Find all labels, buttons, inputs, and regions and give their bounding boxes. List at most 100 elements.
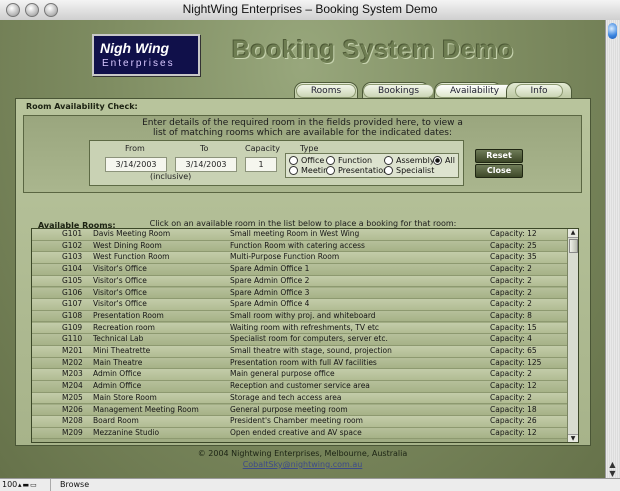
table-row[interactable]: M209 Mezzanine Studio Open ended creative … — [32, 427, 568, 440]
table-row[interactable]: G104 Visitor's Office Spare Admin Office 1… — [32, 264, 568, 276]
room-description: Spare Admin Office 1 — [230, 264, 310, 274]
table-row[interactable]: M205 Main Store Room Storage and tech acce… — [32, 392, 568, 405]
room-capacity: Capacity: 15 — [490, 322, 537, 332]
table-row[interactable]: M206 Management Meeting Room General purpo… — [32, 404, 568, 416]
room-description: Multi-Purpose Function Room — [230, 252, 340, 262]
close-button[interactable]: Close — [475, 164, 523, 178]
table-row[interactable]: M204 Admin Office Reception and customer s… — [32, 381, 568, 393]
table-row[interactable]: G101 Davis Meeting Room Small meeting Room… — [32, 229, 568, 241]
title-bar: NightWing Enterprises – Booking System D… — [0, 0, 620, 21]
table-row[interactable]: M202 Main Theatre Presentation room with f… — [32, 357, 568, 370]
window-scroll-up-icon[interactable]: ▲ — [608, 460, 617, 469]
room-name: Main Theatre — [93, 357, 143, 367]
capacity-input[interactable]: 1 — [245, 157, 277, 172]
tab-rooms[interactable]: Rooms — [294, 82, 358, 99]
zoom-controls-icon[interactable]: ▴▬▭ — [18, 481, 38, 489]
type-radio-function[interactable]: Function — [326, 156, 372, 165]
room-id: G109 — [62, 322, 83, 332]
room-id: G105 — [62, 275, 83, 285]
room-description: Spare Admin Office 4 — [230, 299, 310, 309]
to-date-input[interactable]: 3/14/2003 — [175, 157, 237, 172]
inclusive-note: (inclusive) — [150, 172, 192, 181]
capacity-label: Capacity — [245, 144, 280, 153]
zoom-level[interactable]: 100 — [2, 480, 17, 489]
radio-specialist-dot[interactable] — [384, 166, 393, 175]
room-capacity: Capacity: 8 — [490, 310, 532, 320]
table-row[interactable]: G107 Visitor's Office Spare Admin Office 4… — [32, 299, 568, 311]
room-capacity: Capacity: 18 — [490, 404, 537, 414]
room-description: Small meeting Room in West Wing — [230, 229, 360, 238]
window-scroll-down-icon[interactable]: ▼ — [608, 469, 617, 478]
room-description: Reception and customer service area — [230, 381, 370, 391]
radio-assembly-dot[interactable] — [384, 156, 393, 165]
scroll-up-arrow-icon[interactable]: ▲ — [568, 229, 578, 238]
room-name: West Dining Room — [93, 240, 162, 250]
table-row[interactable]: G105 Visitor's Office Spare Admin Office 2… — [32, 275, 568, 288]
mode-indicator[interactable]: Browse — [60, 480, 89, 489]
list-scrollbar[interactable]: ▲ ▼ — [567, 229, 578, 442]
to-label: To — [200, 144, 209, 153]
room-description: Open ended creative and AV space — [230, 427, 362, 437]
type-radio-specialist[interactable]: Specialist — [384, 166, 434, 175]
room-capacity: Capacity: 26 — [490, 416, 537, 426]
footer-email-link[interactable]: CobaltSky@nightwing.com.au — [243, 460, 363, 469]
type-radio-all[interactable]: All — [433, 156, 455, 165]
logo-subtext: Enterprises — [102, 58, 175, 69]
type-radio-presentation[interactable]: Presentation — [326, 166, 388, 175]
tab-bookings[interactable]: Bookings — [362, 82, 435, 99]
room-description: Main general purpose office — [230, 369, 335, 379]
room-id: G103 — [62, 252, 83, 262]
room-id: M208 — [62, 416, 83, 426]
room-description: Waiting room with refreshments, TV etc — [230, 322, 380, 332]
reset-button[interactable]: Reset — [475, 149, 523, 163]
room-name: Visitor's Office — [93, 275, 147, 285]
radio-office-dot[interactable] — [289, 156, 298, 165]
room-id: G110 — [62, 334, 83, 344]
from-date-input[interactable]: 3/14/2003 — [105, 157, 167, 172]
table-row[interactable]: G108 Presentation Room Small room withy pr… — [32, 310, 568, 323]
room-name: Mini Theatrette — [93, 346, 151, 355]
radio-meeting-dot[interactable] — [289, 166, 298, 175]
room-name: Admin Office — [93, 381, 142, 391]
window-scrollbar[interactable]: ▲ ▼ — [605, 20, 620, 478]
room-id: G106 — [62, 287, 83, 297]
table-row[interactable]: M201 Mini Theatrette Small theatre with st… — [32, 346, 568, 358]
room-id: G101 — [62, 229, 83, 238]
room-capacity: Capacity: 125 — [490, 357, 542, 367]
room-capacity: Capacity: 2 — [490, 369, 532, 379]
room-capacity: Capacity: 12 — [490, 381, 537, 391]
table-row[interactable]: G103 West Function Room Multi-Purpose Func… — [32, 252, 568, 264]
room-description: Presentation room with full AV facilitie… — [230, 357, 377, 367]
room-name: Management Meeting Room — [93, 404, 199, 414]
availability-check-label: Room Availability Check: — [26, 102, 138, 111]
table-row[interactable]: G109 Recreation room Waiting room with ref… — [32, 322, 568, 335]
room-name: Visitor's Office — [93, 264, 147, 274]
table-row[interactable]: G106 Visitor's Office Spare Admin Office 3… — [32, 287, 568, 299]
room-capacity: Capacity: 35 — [490, 252, 537, 262]
room-name: Technical Lab — [93, 334, 144, 344]
table-row[interactable]: M203 Admin Office Main general purpose off… — [32, 369, 568, 381]
room-name: West Function Room — [93, 252, 170, 262]
room-id: M204 — [62, 381, 83, 391]
tab-availability[interactable]: Availability — [434, 82, 515, 99]
table-row[interactable]: M208 Board Room President's Chamber meetin… — [32, 416, 568, 428]
room-id: M201 — [62, 346, 83, 355]
availability-check-box: Enter details of the required room in th… — [23, 115, 582, 193]
scroll-thumb[interactable] — [569, 239, 578, 253]
room-name: Main Store Room — [93, 392, 157, 402]
instruction-line-1: Enter details of the required room in th… — [142, 118, 463, 128]
type-radio-office[interactable]: Office — [289, 156, 324, 165]
radio-function-dot[interactable] — [326, 156, 335, 165]
type-radio-assembly[interactable]: Assembly — [384, 156, 435, 165]
tab-info[interactable]: Info — [506, 82, 572, 99]
scroll-down-arrow-icon[interactable]: ▼ — [568, 434, 578, 442]
table-row[interactable]: G102 West Dining Room Function Room with c… — [32, 240, 568, 253]
table-row[interactable]: G110 Technical Lab Specialist room for com… — [32, 334, 568, 346]
room-name: Admin Office — [93, 369, 142, 379]
instruction-line-2: list of matching rooms which are availab… — [152, 128, 453, 138]
window-scroll-thumb[interactable] — [608, 23, 617, 39]
room-id: G107 — [62, 299, 83, 309]
radio-presentation-dot[interactable] — [326, 166, 335, 175]
radio-all-dot[interactable] — [433, 156, 442, 165]
room-id: M202 — [62, 357, 83, 367]
